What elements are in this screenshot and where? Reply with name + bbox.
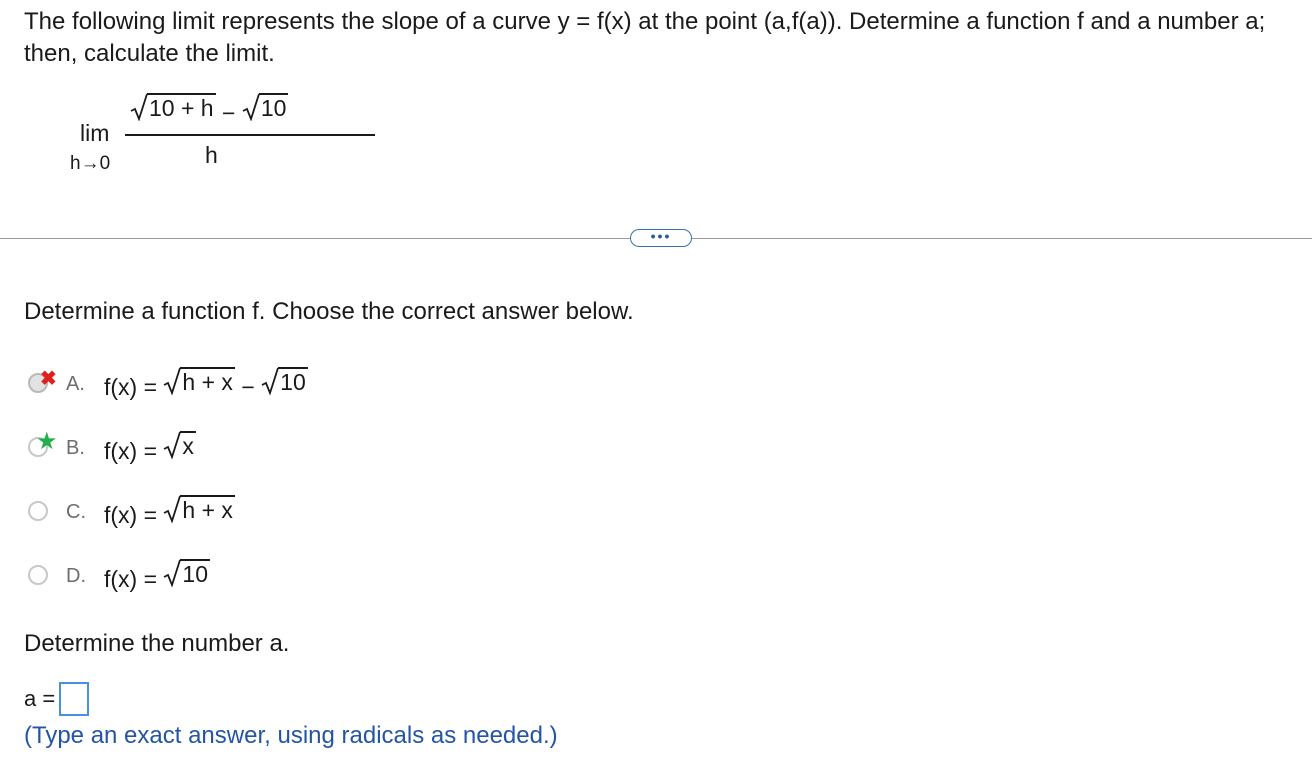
lim-label: lim bbox=[80, 120, 110, 146]
ellipsis-icon: ••• bbox=[650, 228, 672, 244]
formula-lhs: f(x) = bbox=[104, 502, 164, 528]
option-a-status: ✖ bbox=[26, 368, 62, 399]
option-b-formula: f(x) = x bbox=[104, 431, 196, 465]
option-b-status: ★ bbox=[26, 428, 62, 463]
radicand: h + x bbox=[180, 367, 235, 395]
option-letter: C. bbox=[66, 500, 86, 523]
option-letter: A. bbox=[66, 372, 85, 395]
sqrt-10: 10 bbox=[261, 367, 308, 395]
sqrt-10-plus-h: 10 + h bbox=[130, 93, 216, 121]
formula-lhs: f(x) = bbox=[104, 438, 164, 464]
part2-prompt: Determine the number a. bbox=[24, 630, 290, 657]
minus-sign: − bbox=[215, 100, 242, 126]
sqrt-h-plus-x: h + x bbox=[163, 367, 235, 395]
question-text: The following limit represents the slope… bbox=[24, 8, 1266, 67]
radicand: x bbox=[180, 431, 196, 459]
radicand: 10 bbox=[258, 93, 289, 121]
sqrt-10: 10 bbox=[242, 93, 289, 121]
formula-lhs: f(x) = bbox=[104, 374, 164, 400]
option-letter: D. bbox=[66, 564, 86, 587]
sqrt-10: 10 bbox=[163, 559, 211, 587]
option-c-status bbox=[26, 497, 62, 527]
option-d-formula: f(x) = 10 bbox=[104, 559, 211, 593]
radicand: 10 bbox=[180, 559, 211, 587]
option-a[interactable]: ✖ A. f(x) = h + x − 10 bbox=[26, 366, 308, 402]
answer-hint: (Type an exact answer, using radicals as… bbox=[24, 722, 558, 749]
radical-sign-icon bbox=[130, 93, 148, 121]
answer-input[interactable] bbox=[59, 682, 90, 716]
option-d[interactable]: D. f(x) = 10 bbox=[26, 558, 211, 594]
limit-numerator: 10 + h − 10 bbox=[130, 93, 289, 127]
radical-sign-icon bbox=[242, 93, 260, 121]
lim-subscript: h→0 bbox=[70, 153, 111, 174]
radio-button[interactable] bbox=[28, 501, 48, 521]
option-c[interactable]: C. f(x) = h + x bbox=[26, 494, 235, 530]
radical-sign-icon bbox=[261, 367, 280, 395]
radical-sign-icon bbox=[164, 431, 182, 459]
formula-lhs: f(x) = bbox=[104, 566, 164, 592]
show-more-button[interactable]: ••• bbox=[630, 229, 692, 247]
radical-sign-icon bbox=[164, 367, 182, 395]
option-b[interactable]: ★ B. f(x) = x bbox=[26, 428, 196, 466]
radicand: 10 bbox=[278, 367, 308, 395]
correct-star-icon: ★ bbox=[36, 428, 58, 455]
radio-button[interactable] bbox=[28, 565, 48, 585]
radicand: h + x bbox=[180, 495, 235, 523]
answer-label: a = bbox=[24, 686, 56, 711]
incorrect-x-icon: ✖ bbox=[40, 368, 57, 390]
fraction-bar bbox=[125, 134, 375, 136]
answer-line: a = bbox=[24, 682, 90, 716]
limit-expression: lim h→0 10 + h − 10 h bbox=[70, 90, 375, 180]
minus-sign: − bbox=[234, 374, 262, 400]
radical-sign-icon bbox=[164, 559, 182, 587]
limit-denominator: h bbox=[205, 142, 218, 168]
part1-prompt: Determine a function f. Choose the corre… bbox=[24, 298, 634, 325]
radical-sign-icon bbox=[164, 495, 182, 523]
sqrt-x: x bbox=[163, 431, 196, 459]
option-d-status bbox=[26, 561, 62, 591]
radicand: 10 + h bbox=[147, 93, 216, 121]
option-c-formula: f(x) = h + x bbox=[104, 495, 235, 529]
option-a-formula: f(x) = h + x − 10 bbox=[104, 367, 308, 401]
sqrt-h-plus-x: h + x bbox=[163, 495, 235, 523]
option-letter: B. bbox=[66, 436, 85, 459]
